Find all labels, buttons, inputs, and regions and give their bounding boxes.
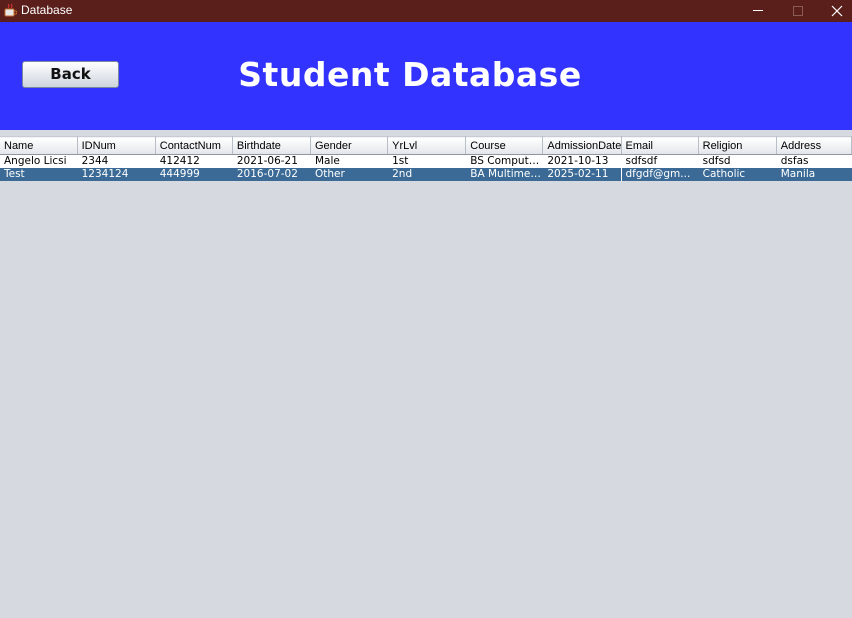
- cell-name[interactable]: Angelo Licsi: [0, 154, 78, 168]
- column-header-name[interactable]: Name: [0, 136, 78, 155]
- cell-contactnum[interactable]: 444999: [155, 168, 233, 181]
- cell-gender[interactable]: Male: [310, 154, 389, 168]
- table-row-selected[interactable]: Test 1234124 444999 2016-07-02 Other 2nd…: [0, 168, 852, 181]
- table-header-row: Name IDNum ContactNum Birthdate Gender Y…: [0, 136, 852, 155]
- cell-email[interactable]: sdfsdf: [621, 154, 699, 168]
- close-icon: [831, 5, 843, 17]
- page-title: Student Database: [238, 55, 582, 94]
- cell-gender[interactable]: Other: [310, 168, 389, 181]
- column-header-gender[interactable]: Gender: [310, 136, 389, 155]
- cell-idnum[interactable]: 2344: [77, 154, 156, 168]
- java-cup-icon: [4, 3, 18, 18]
- minimize-icon: [753, 10, 763, 11]
- table-row[interactable]: Angelo Licsi 2344 412412 2021-06-21 Male…: [0, 154, 852, 168]
- cell-birthdate[interactable]: 2016-07-02: [232, 168, 312, 181]
- column-header-birthdate[interactable]: Birthdate: [232, 136, 312, 155]
- cell-admissiondate[interactable]: 2025-02-11: [542, 168, 622, 181]
- cell-religion[interactable]: Catholic: [698, 168, 777, 181]
- maximize-button[interactable]: [778, 0, 818, 22]
- cell-idnum[interactable]: 1234124: [77, 168, 156, 181]
- student-table-panel[interactable]: Name IDNum ContactNum Birthdate Gender Y…: [0, 136, 852, 618]
- column-header-yrlvl[interactable]: YrLvl: [387, 136, 467, 155]
- cell-address[interactable]: Manila: [776, 168, 852, 181]
- column-header-address[interactable]: Address: [776, 136, 852, 155]
- cell-religion[interactable]: sdfsd: [698, 154, 777, 168]
- window-title: Database: [21, 3, 73, 17]
- cell-email[interactable]: dfgdf@gm...: [621, 168, 699, 181]
- student-table[interactable]: Name IDNum ContactNum Birthdate Gender Y…: [0, 136, 852, 181]
- cell-birthdate[interactable]: 2021-06-21: [232, 154, 312, 168]
- cell-admissiondate[interactable]: 2021-10-13: [542, 154, 622, 168]
- column-header-admissiondate[interactable]: AdmissionDate: [542, 136, 622, 155]
- cell-course[interactable]: BA Multimed...: [465, 168, 544, 181]
- cell-yrlvl[interactable]: 2nd: [387, 168, 467, 181]
- column-header-religion[interactable]: Religion: [698, 136, 777, 155]
- column-header-course[interactable]: Course: [465, 136, 544, 155]
- cell-yrlvl[interactable]: 1st: [387, 154, 467, 168]
- title-bar[interactable]: Database: [0, 0, 852, 22]
- column-header-email[interactable]: Email: [621, 136, 699, 155]
- maximize-icon: [793, 6, 803, 16]
- cell-address[interactable]: dsfas: [776, 154, 852, 168]
- cell-name[interactable]: Test: [0, 168, 78, 181]
- close-button[interactable]: [817, 0, 852, 22]
- database-window: Database Back Student Database Name IDNu…: [0, 0, 852, 618]
- cell-contactnum[interactable]: 412412: [155, 154, 233, 168]
- header-banner: Back Student Database: [0, 22, 852, 130]
- column-header-idnum[interactable]: IDNum: [77, 136, 156, 155]
- cell-course[interactable]: BS Compute...: [465, 154, 544, 168]
- minimize-button[interactable]: [738, 0, 778, 22]
- column-header-contactnum[interactable]: ContactNum: [155, 136, 233, 155]
